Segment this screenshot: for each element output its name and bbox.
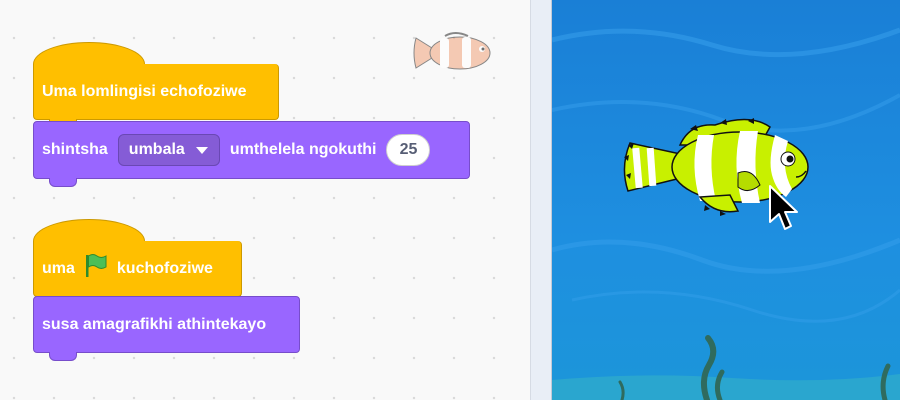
chevron-down-icon xyxy=(195,146,208,154)
code-workspace[interactable]: Uma lomlingisi echofoziwe shintsha umbal… xyxy=(0,0,530,400)
clear-graphic-effects-block[interactable]: susa amagrafikhi athintekayo xyxy=(33,296,300,361)
change-effect-block[interactable]: shintsha umbala umthelela ngokuthi 25 xyxy=(33,121,470,187)
change-effect-middle: umthelela ngokuthi xyxy=(229,141,377,158)
when-flag-clicked-block[interactable]: uma kuchofoziwe xyxy=(33,241,242,305)
when-backdrop-switches-label: Uma lomlingisi echofoziwe xyxy=(42,82,247,100)
green-flag-icon xyxy=(83,253,109,284)
block-notch xyxy=(49,352,77,361)
clownfish-icon xyxy=(413,32,491,70)
panel-divider xyxy=(530,0,552,400)
stage[interactable] xyxy=(552,0,900,400)
effect-dropdown-value: umbala xyxy=(128,141,185,158)
when-flag-clicked-suffix: kuchofoziwe xyxy=(116,259,213,277)
clear-graphic-effects-label: susa amagrafikhi athintekayo xyxy=(42,315,267,333)
sprite-thumbnail xyxy=(410,30,502,74)
change-effect-prefix: shintsha xyxy=(42,141,108,158)
effect-amount-input[interactable]: 25 xyxy=(386,134,431,166)
when-flag-clicked-prefix: uma xyxy=(42,259,75,277)
block-notch xyxy=(49,178,77,187)
arrow-cursor-icon xyxy=(769,185,798,230)
when-backdrop-switches-block[interactable]: Uma lomlingisi echofoziwe xyxy=(33,64,279,128)
effect-dropdown[interactable]: umbala xyxy=(117,134,220,166)
